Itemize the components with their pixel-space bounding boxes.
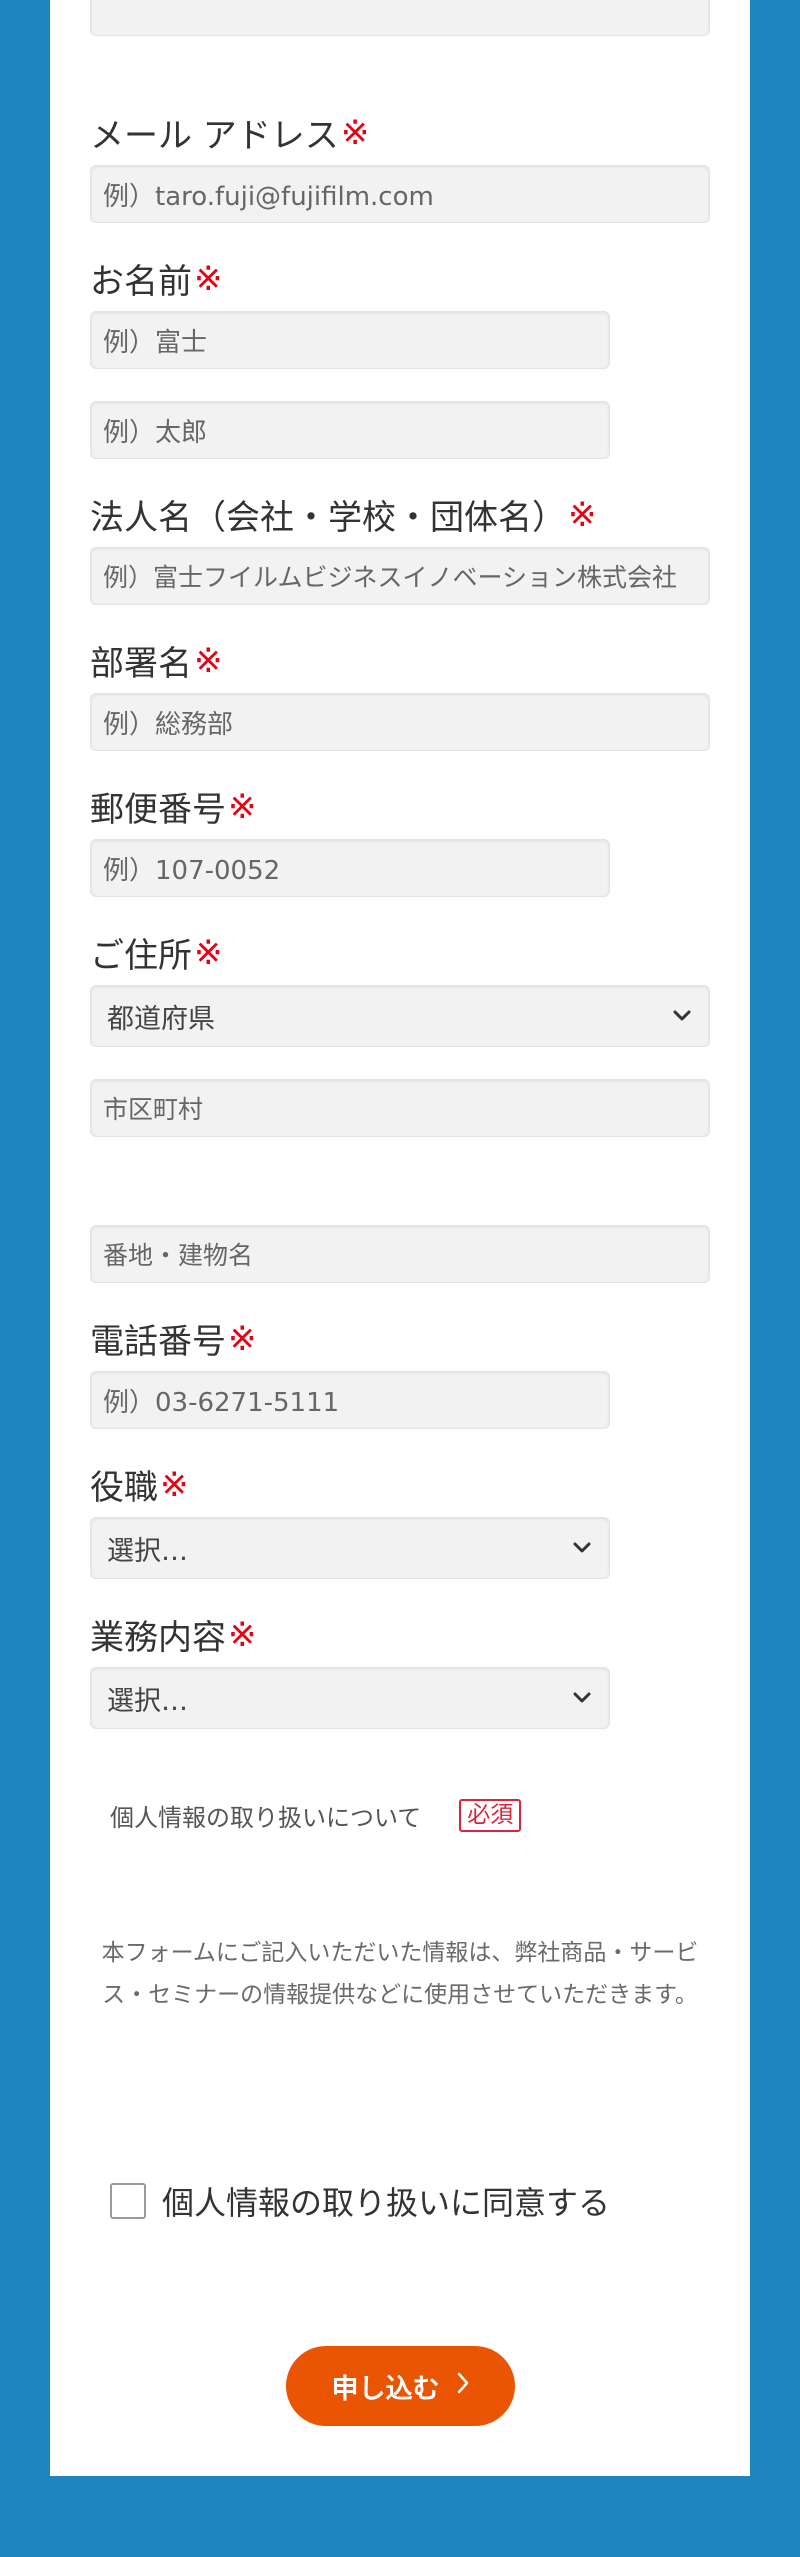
required-mark: ※ — [194, 258, 223, 299]
previous-field-input[interactable] — [90, 0, 710, 36]
consent-label[interactable]: 個人情報の取り扱いに同意する — [162, 2178, 610, 2224]
required-badge: 必須 — [459, 1798, 522, 1833]
chevron-down-icon — [671, 1005, 693, 1027]
submit-button[interactable]: 申し込む — [286, 2346, 515, 2426]
company-label: 法人名（会社・学校・団体名） ※ — [90, 494, 597, 539]
privacy-heading: 個人情報の取り扱いについて 必須 — [110, 1798, 522, 1833]
street-building-field[interactable]: 番地・建物名 — [90, 1225, 710, 1283]
required-mark: ※ — [228, 1318, 257, 1359]
postal-code-field[interactable]: 例）107-0052 — [90, 839, 610, 897]
department-field[interactable]: 例）総務部 — [90, 693, 710, 751]
last-name-field[interactable]: 例）富士 — [90, 311, 610, 369]
privacy-consent[interactable]: 個人情報の取り扱いに同意する — [110, 2178, 610, 2224]
first-name-field[interactable]: 例）太郎 — [90, 401, 610, 459]
chevron-down-icon — [571, 1537, 593, 1559]
email-label: メール アドレス ※ — [90, 112, 370, 157]
city-field[interactable]: 市区町村 — [90, 1079, 710, 1137]
prefecture-select[interactable]: 都道府県 — [90, 985, 710, 1047]
business-select[interactable]: 選択… — [90, 1667, 610, 1729]
chevron-down-icon — [571, 1687, 593, 1709]
required-mark: ※ — [228, 786, 257, 827]
department-label: 部署名 ※ — [90, 640, 223, 685]
position-select[interactable]: 選択… — [90, 1517, 610, 1579]
required-mark: ※ — [160, 1464, 189, 1505]
required-mark: ※ — [568, 494, 597, 535]
position-label: 役職 ※ — [90, 1464, 189, 1509]
required-mark: ※ — [194, 932, 223, 973]
phone-label: 電話番号 ※ — [90, 1318, 257, 1363]
address-label: ご住所 ※ — [90, 932, 223, 977]
email-field[interactable]: 例）taro.fuji@fujifilm.com — [90, 165, 710, 223]
chevron-right-icon — [456, 2371, 470, 2402]
company-field[interactable]: 例）富士フイルムビジネスイノベーション株式会社 — [90, 547, 710, 605]
postal-code-label: 郵便番号 ※ — [90, 786, 257, 831]
business-label: 業務内容 ※ — [90, 1614, 257, 1659]
consent-checkbox[interactable] — [110, 2183, 146, 2219]
privacy-notice: 本フォームにご記入いただいた情報は、弊社商品・サービス・セミナーの情報提供などに… — [101, 1940, 699, 2008]
submit-label: 申し込む — [331, 2373, 440, 2405]
required-mark: ※ — [194, 640, 223, 681]
name-label: お名前 ※ — [90, 258, 223, 303]
required-mark: ※ — [340, 112, 370, 153]
required-mark: ※ — [228, 1614, 257, 1655]
phone-field[interactable]: 例）03-6271-5111 — [90, 1371, 610, 1429]
